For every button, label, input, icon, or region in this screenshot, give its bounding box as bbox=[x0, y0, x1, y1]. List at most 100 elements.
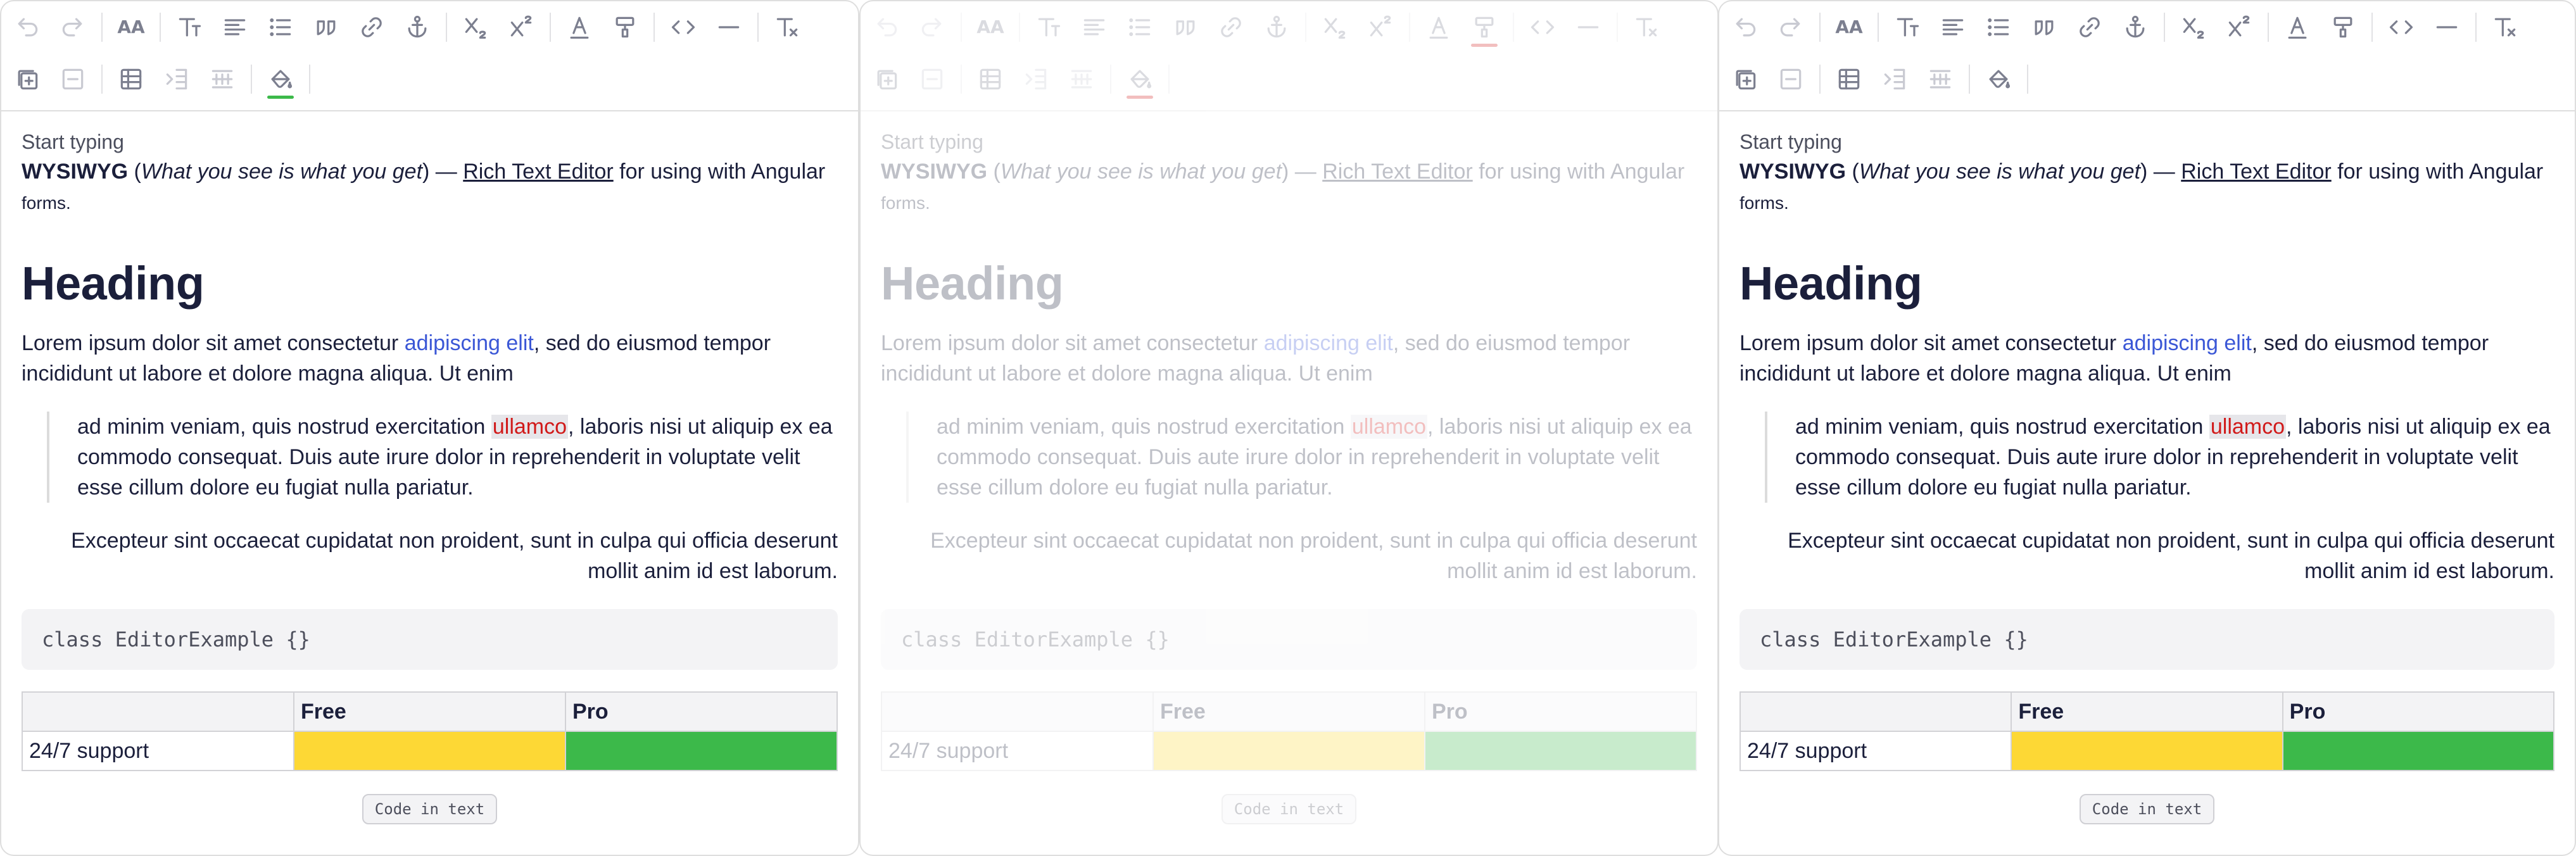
align-icon[interactable] bbox=[1935, 9, 1971, 46]
insert-table-icon[interactable] bbox=[113, 61, 149, 98]
link-icon[interactable] bbox=[2071, 9, 2108, 46]
highlight-color-icon[interactable] bbox=[1466, 9, 1503, 47]
table-header-cell[interactable] bbox=[1739, 691, 2012, 732]
font-size-icon[interactable]: AA bbox=[113, 9, 149, 46]
horizontal-rule-icon[interactable] bbox=[710, 9, 747, 46]
align-icon[interactable] bbox=[217, 9, 253, 46]
table-cell-free[interactable] bbox=[2011, 731, 2283, 771]
table-header-cell[interactable]: Pro bbox=[1424, 691, 1697, 732]
insert-table-icon[interactable] bbox=[972, 61, 1009, 98]
bulleted-list-icon[interactable] bbox=[262, 9, 299, 46]
subscript-icon[interactable] bbox=[457, 9, 494, 46]
table-header-cell[interactable] bbox=[881, 691, 1154, 732]
link-icon[interactable] bbox=[1213, 9, 1249, 46]
right-aligned-paragraph: Excepteur sint occaecat cupidatat non pr… bbox=[71, 529, 838, 583]
highlight-color-icon[interactable] bbox=[2325, 9, 2361, 46]
undo-icon[interactable] bbox=[1727, 9, 1764, 46]
editor-content[interactable]: Start typing WYSIWYG (What you see is wh… bbox=[1, 111, 858, 824]
code-icon[interactable] bbox=[2383, 9, 2420, 46]
superscript-icon[interactable] bbox=[2221, 9, 2257, 46]
blockquote-icon[interactable] bbox=[1167, 9, 1204, 46]
redo-icon[interactable] bbox=[1772, 9, 1809, 46]
font-size-icon[interactable]: AA bbox=[972, 9, 1009, 46]
horizontal-rule-icon[interactable] bbox=[2428, 9, 2465, 46]
table-header-cell[interactable]: Pro bbox=[2282, 691, 2555, 732]
table-header-cell[interactable]: Free bbox=[2011, 691, 2283, 732]
anchor-icon[interactable] bbox=[399, 9, 436, 46]
bulleted-list-icon[interactable] bbox=[1980, 9, 2017, 46]
blockquote-icon[interactable] bbox=[2026, 9, 2062, 46]
remove-row-icon[interactable] bbox=[1772, 61, 1809, 98]
font-color-icon[interactable] bbox=[2279, 9, 2316, 46]
redo-icon[interactable] bbox=[54, 9, 91, 46]
table-cell-pro[interactable] bbox=[1424, 731, 1697, 771]
code-icon[interactable] bbox=[1524, 9, 1561, 46]
table-cell[interactable]: 24/7 support bbox=[22, 731, 294, 771]
placeholder-text: Start typing bbox=[22, 130, 124, 153]
anchor-icon[interactable] bbox=[1258, 9, 1295, 46]
table-header-cell[interactable] bbox=[22, 691, 294, 732]
undo-icon[interactable] bbox=[9, 9, 46, 46]
table-cell[interactable]: 24/7 support bbox=[1739, 731, 2012, 771]
clear-format-icon[interactable] bbox=[2487, 9, 2523, 46]
table-cell[interactable]: 24/7 support bbox=[881, 731, 1154, 771]
toolbar-row-1: AA bbox=[1727, 1, 2575, 53]
table-grid-icon[interactable] bbox=[1063, 61, 1100, 98]
font-color-icon[interactable] bbox=[561, 9, 598, 46]
editor-content[interactable]: Start typing WYSIWYG (What you see is wh… bbox=[861, 111, 1717, 824]
cell-fill-icon[interactable] bbox=[1980, 61, 2017, 98]
table-header-cell[interactable]: Free bbox=[293, 691, 566, 732]
subscript-icon[interactable] bbox=[2175, 9, 2212, 46]
editor-content[interactable]: Start typing WYSIWYG (What you see is wh… bbox=[1719, 111, 2575, 824]
cell-fill-indicator bbox=[267, 96, 294, 99]
insert-table-icon[interactable] bbox=[1831, 61, 1867, 98]
table-cell-free[interactable] bbox=[293, 731, 566, 771]
toolbar: AA bbox=[1, 1, 858, 111]
clear-format-icon[interactable] bbox=[769, 9, 805, 46]
table-cell-pro[interactable] bbox=[565, 731, 838, 771]
add-row-icon[interactable] bbox=[1727, 61, 1764, 98]
subscript-icon[interactable] bbox=[1316, 9, 1353, 46]
table-grid-icon[interactable] bbox=[1922, 61, 1959, 98]
paragraph-link[interactable]: adipiscing elit bbox=[1264, 331, 1393, 355]
undo-icon[interactable] bbox=[868, 9, 905, 46]
cell-fill-icon[interactable] bbox=[1121, 61, 1158, 99]
table-column-icon[interactable] bbox=[1018, 61, 1054, 98]
link-icon[interactable] bbox=[353, 9, 390, 46]
table-column-icon[interactable] bbox=[1876, 61, 1913, 98]
table-header-cell[interactable]: Free bbox=[1152, 691, 1425, 732]
table-cell-free[interactable] bbox=[1152, 731, 1425, 771]
table-grid-icon[interactable] bbox=[204, 61, 241, 98]
paragraph-link[interactable]: adipiscing elit bbox=[405, 331, 534, 355]
remove-row-icon[interactable] bbox=[914, 61, 950, 98]
add-row-icon[interactable] bbox=[868, 61, 905, 98]
intro-open-paren: ( bbox=[128, 160, 141, 184]
text-style-icon[interactable] bbox=[171, 9, 208, 46]
superscript-icon[interactable] bbox=[1362, 9, 1399, 46]
remove-row-icon[interactable] bbox=[54, 61, 91, 98]
highlight-color-icon[interactable] bbox=[607, 9, 643, 46]
font-size-icon[interactable]: AA bbox=[1831, 9, 1867, 46]
bulleted-list-icon[interactable] bbox=[1121, 9, 1158, 46]
blockquote-icon[interactable] bbox=[308, 9, 344, 46]
add-row-icon[interactable] bbox=[9, 61, 46, 98]
anchor-icon[interactable] bbox=[2117, 9, 2154, 46]
table-column-icon[interactable] bbox=[158, 61, 195, 98]
text-style-icon[interactable] bbox=[1030, 9, 1067, 46]
toolbar-separator bbox=[101, 13, 103, 42]
code-icon[interactable] bbox=[665, 9, 702, 46]
paragraph-link[interactable]: adipiscing elit bbox=[2123, 331, 2252, 355]
horizontal-rule-icon[interactable] bbox=[1570, 9, 1607, 46]
intro-small: forms. bbox=[881, 193, 930, 213]
table-header-cell[interactable]: Pro bbox=[565, 691, 838, 732]
table-cell-pro[interactable] bbox=[2282, 731, 2555, 771]
font-color-icon[interactable] bbox=[1420, 9, 1457, 46]
intro-rest: for using with Angular bbox=[2331, 160, 2544, 184]
superscript-icon[interactable] bbox=[503, 9, 540, 46]
clear-format-icon[interactable] bbox=[1628, 9, 1665, 46]
redo-icon[interactable] bbox=[914, 9, 950, 46]
align-icon[interactable] bbox=[1076, 9, 1113, 46]
cell-fill-icon[interactable] bbox=[262, 61, 299, 99]
table-header-row: Free Pro bbox=[1739, 691, 2555, 732]
text-style-icon[interactable] bbox=[1889, 9, 1926, 46]
